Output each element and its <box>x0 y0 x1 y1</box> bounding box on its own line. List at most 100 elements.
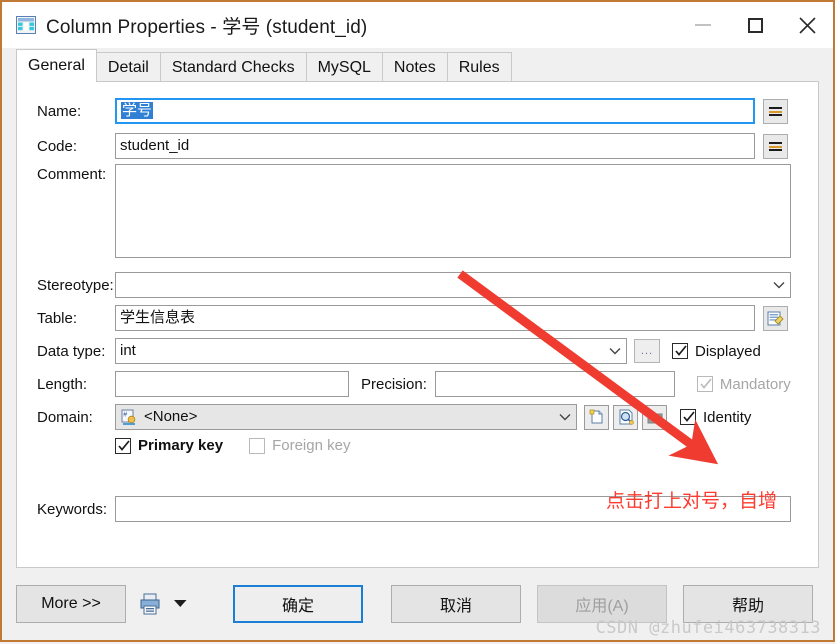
cancel-button-label: 取消 <box>439 598 472 615</box>
key-checkbox-row: Primary key Foreign key <box>17 437 818 454</box>
stereotype-row: Stereotype: <box>17 272 818 298</box>
printer-icon[interactable] <box>140 593 160 615</box>
table-input-value: 学生信息表 <box>120 309 196 326</box>
name-row: Name: 学号 <box>17 98 818 124</box>
minimize-button[interactable] <box>677 2 729 48</box>
tab-label: General <box>28 57 85 74</box>
data-type-combo-value: int <box>120 342 136 359</box>
length-label: Length: <box>37 375 88 393</box>
window-controls <box>677 2 833 48</box>
annotation-text: 点击打上对号，自增 <box>606 490 778 512</box>
tab-notes[interactable]: Notes <box>381 52 448 82</box>
name-label: Name: <box>37 102 82 120</box>
find-domain-button[interactable] <box>613 404 638 430</box>
checkbox-box <box>672 343 688 359</box>
check-icon <box>675 345 687 356</box>
foreign-key-label: Foreign key <box>272 437 351 454</box>
mandatory-label: Mandatory <box>719 375 791 393</box>
identity-checkbox[interactable]: Identity <box>680 409 751 426</box>
name-input[interactable]: 学号 <box>115 98 755 124</box>
folder-icon <box>647 411 662 424</box>
comment-label: Comment: <box>37 166 107 183</box>
equals-icon <box>769 141 782 151</box>
svg-text:#: # <box>123 411 127 418</box>
foreign-key-checkbox: Foreign key <box>249 437 350 454</box>
comment-row: Comment: <box>17 164 818 258</box>
maximize-button[interactable] <box>729 2 781 48</box>
checkbox-box <box>696 376 713 392</box>
tab-label: Detail <box>107 59 149 76</box>
keywords-label: Keywords: <box>37 500 108 518</box>
code-input-value: student_id <box>120 137 190 154</box>
code-equals-button[interactable] <box>763 133 788 159</box>
column-properties-dialog: Column Properties - 学号 (student_id) Gene… <box>0 0 835 642</box>
comment-textarea[interactable] <box>115 164 791 258</box>
tab-general[interactable]: General <box>16 49 97 82</box>
checkbox-box <box>115 437 131 454</box>
name-input-value: 学号 <box>121 102 154 119</box>
title-bar: Column Properties - 学号 (student_id) <box>2 2 833 48</box>
chevron-down-icon <box>608 344 622 358</box>
mandatory-checkbox: Mandatory <box>696 375 791 393</box>
stereotype-combo[interactable] <box>115 272 791 298</box>
tab-label: Notes <box>393 59 436 76</box>
code-label: Code: <box>37 137 78 155</box>
precision-input[interactable] <box>434 371 675 397</box>
tab-strip: General Detail Standard Checks MySQL Not… <box>2 48 833 82</box>
domain-icon: # <box>120 409 137 426</box>
watermark: CSDN @zhufei463738313 <box>595 618 821 638</box>
more-button-label: More >> <box>41 595 101 612</box>
table-label: Table: <box>37 309 78 327</box>
code-input[interactable]: student_id <box>115 133 755 159</box>
check-icon <box>700 378 712 389</box>
code-row: Code: student_id <box>17 133 818 159</box>
more-button[interactable]: More >> <box>16 585 126 623</box>
cancel-button[interactable]: 取消 <box>391 585 521 623</box>
table-column-icon <box>16 16 36 34</box>
domain-row: Domain: # <None> Identity <box>17 404 818 430</box>
table-row: Table: 学生信息表 <box>17 305 818 331</box>
chevron-down-icon <box>558 410 572 424</box>
domain-combo[interactable]: # <None> <box>115 404 577 430</box>
new-document-icon <box>589 409 602 424</box>
domain-combo-value: <None> <box>144 408 198 425</box>
tab-detail[interactable]: Detail <box>95 52 161 82</box>
print-dropdown-button[interactable] <box>174 595 187 613</box>
checkbox-box <box>680 409 696 425</box>
ellipsis-icon: ... <box>640 345 654 357</box>
tab-standard-checks[interactable]: Standard Checks <box>159 52 307 82</box>
equals-icon <box>769 106 782 116</box>
domain-folder-button[interactable] <box>642 404 667 430</box>
tab-mysql[interactable]: MySQL <box>305 52 383 82</box>
new-domain-button[interactable] <box>584 404 609 430</box>
magnifier-icon <box>619 409 634 425</box>
displayed-label: Displayed <box>695 342 761 360</box>
primary-key-checkbox[interactable]: Primary key <box>115 437 223 454</box>
check-icon <box>118 439 130 451</box>
checkbox-box <box>249 437 266 454</box>
domain-label: Domain: <box>37 408 93 426</box>
name-equals-button[interactable] <box>763 98 788 124</box>
help-button-label: 帮助 <box>731 598 764 615</box>
table-properties-icon <box>767 311 784 325</box>
close-button[interactable] <box>781 2 833 48</box>
data-type-combo[interactable]: int <box>115 338 627 364</box>
table-properties-button[interactable] <box>763 305 788 331</box>
tab-rules[interactable]: Rules <box>446 52 512 82</box>
ok-button-label: 确定 <box>281 598 314 615</box>
identity-label: Identity <box>703 408 752 426</box>
tab-label: Standard Checks <box>171 59 295 76</box>
ok-button[interactable]: 确定 <box>233 585 363 623</box>
tab-label: Rules <box>458 59 500 76</box>
chevron-down-icon <box>772 278 786 292</box>
data-type-browse-button[interactable]: ... <box>634 339 660 363</box>
length-input[interactable] <box>115 371 349 397</box>
window-title: Column Properties - 学号 (student_id) <box>46 16 368 38</box>
stereotype-label: Stereotype: <box>37 276 114 294</box>
tab-label: MySQL <box>317 59 371 76</box>
displayed-checkbox[interactable]: Displayed <box>672 343 761 360</box>
apply-button-label: 应用(A) <box>575 598 629 615</box>
data-type-label: Data type: <box>37 342 106 360</box>
table-input[interactable]: 学生信息表 <box>115 305 755 331</box>
primary-key-label: Primary key <box>138 437 224 454</box>
